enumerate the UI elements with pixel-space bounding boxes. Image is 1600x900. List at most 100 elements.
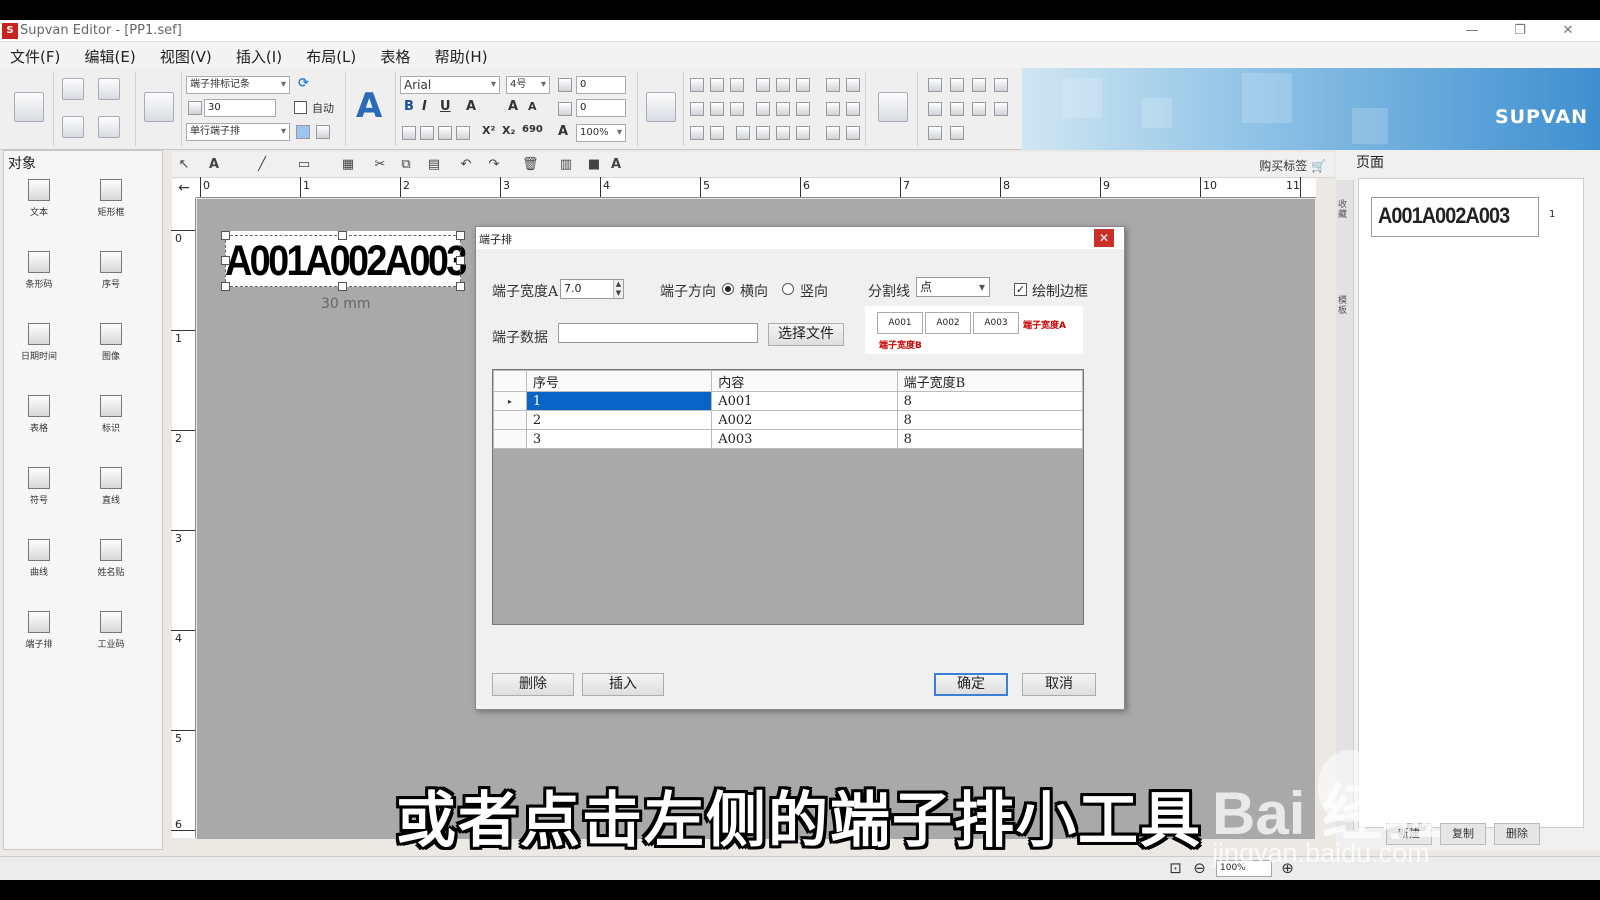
insert-row-icon[interactable] [928, 78, 942, 92]
cell-content[interactable]: A003 [711, 429, 898, 449]
delete-page-button[interactable]: 删除 [1494, 823, 1540, 845]
align-bottom-icon[interactable] [730, 78, 744, 92]
crop-icon[interactable] [776, 126, 790, 140]
tool-rectangle[interactable]: 矩形框 [81, 173, 141, 229]
resize-handle[interactable] [221, 256, 230, 265]
favorites-tab[interactable]: 收藏 [1338, 200, 1352, 220]
italic-button[interactable]: I [422, 99, 427, 114]
cell-width-b[interactable]: 8 [896, 410, 1084, 430]
tool-sign[interactable]: 标识 [81, 389, 141, 445]
char-spacing-input[interactable]: 0 [576, 76, 626, 94]
grow-font-icon[interactable]: A [508, 99, 518, 114]
align-center-icon[interactable] [420, 126, 434, 140]
terminal-data-input[interactable] [558, 323, 758, 343]
tool-industrial-code[interactable]: 工业码 [81, 605, 141, 661]
ok-button[interactable]: 确定 [934, 673, 1008, 696]
cancel-button[interactable]: 取消 [1022, 673, 1096, 696]
text-art-icon[interactable]: A [356, 86, 382, 126]
align-top-icon[interactable] [690, 78, 704, 92]
dialog-close-button[interactable]: ✕ [1094, 229, 1114, 247]
column-header-width-b[interactable]: 端子宽度B [896, 370, 1084, 392]
tool-table[interactable]: 表格 [9, 389, 69, 445]
superscript-icon[interactable]: X² [482, 124, 495, 137]
align-right-icon[interactable] [438, 126, 452, 140]
cell-content[interactable]: A001 [711, 391, 898, 411]
column-icon[interactable] [316, 125, 330, 139]
cell-no[interactable]: 2 [525, 410, 713, 430]
rotate-icon[interactable] [646, 92, 676, 122]
cell-width-b[interactable]: 8 [896, 429, 1084, 449]
tool-image[interactable]: 图像 [81, 317, 141, 373]
copy-page-button[interactable]: 复制 [1440, 823, 1486, 845]
menu-insert[interactable]: 插入(I) [226, 42, 292, 67]
template-tab[interactable]: 模板 [1338, 296, 1352, 316]
merge-cells-icon[interactable] [928, 102, 942, 116]
line-spacing-input[interactable]: 0 [576, 99, 626, 117]
delete-row-icon[interactable] [972, 78, 986, 92]
tool-symbol[interactable]: 符号 [9, 461, 69, 517]
center-h-icon[interactable] [756, 102, 770, 116]
menu-edit[interactable]: 编辑(E) [74, 42, 145, 67]
width-a-input[interactable]: 7.0 ▲ ▼ [560, 279, 624, 299]
column-width-icon[interactable] [950, 126, 964, 140]
insert-row-button[interactable]: 插入 [582, 673, 664, 696]
resize-handle[interactable] [456, 282, 465, 291]
redo-icon[interactable]: ↷ [486, 157, 502, 173]
align-obj-center-icon[interactable] [710, 102, 724, 116]
align-middle-icon[interactable] [710, 78, 724, 92]
table-row[interactable]: 2 A002 8 [493, 410, 1084, 430]
tool-datetime[interactable]: 日期时间 [9, 317, 69, 373]
tool-barcode[interactable]: 条形码 [9, 245, 69, 301]
resize-handle[interactable] [338, 282, 347, 291]
menu-view[interactable]: 视图(V) [150, 42, 222, 67]
tool-terminal-block[interactable]: 端子排 [9, 605, 69, 661]
same-size-icon[interactable] [796, 78, 810, 92]
insert-table-icon[interactable] [878, 92, 908, 122]
divider-select[interactable]: 点 [916, 277, 990, 297]
bold-button[interactable]: B [404, 99, 414, 114]
copy-icon[interactable]: ⧉ [398, 157, 414, 173]
menu-table[interactable]: 表格 [370, 42, 420, 67]
delete-row-button[interactable]: 删除 [492, 673, 574, 696]
text-scale-select[interactable]: 100% [576, 124, 626, 142]
menu-layout[interactable]: 布局(L) [296, 42, 366, 67]
row-type-select[interactable]: 单行端子排 [186, 123, 290, 141]
table-row[interactable]: ▸ 1 A001 8 [493, 391, 1084, 411]
align-obj-right-icon[interactable] [730, 102, 744, 116]
distribute-v-icon[interactable] [846, 78, 860, 92]
align-obj-left-icon[interactable] [690, 102, 704, 116]
page-thumbnail[interactable]: A001A002A003 [1371, 197, 1539, 237]
send-back-icon[interactable] [846, 102, 860, 116]
text-draw-icon[interactable]: A [206, 157, 222, 173]
flip-v-icon[interactable] [756, 126, 770, 140]
resize-handle[interactable] [456, 256, 465, 265]
font-size-select[interactable]: 4号 [506, 76, 550, 94]
split-cells-icon[interactable] [950, 102, 964, 116]
cell-border-icon[interactable] [972, 102, 986, 116]
shrink-font-icon[interactable]: A [528, 100, 537, 113]
cell-no[interactable]: 1 [525, 391, 713, 411]
ungroup-icon[interactable] [710, 126, 724, 140]
label-type-select[interactable]: 端子排标记条 [186, 76, 290, 94]
text-scale-icon[interactable]: A [558, 124, 568, 139]
auto-checkbox[interactable] [294, 101, 307, 114]
resize-icon[interactable] [796, 126, 810, 140]
font-select[interactable]: Arial [400, 76, 500, 94]
menu-help[interactable]: 帮助(H) [425, 42, 498, 67]
resize-handle[interactable] [338, 231, 347, 240]
close-window-button[interactable]: ✕ [1546, 21, 1590, 41]
insert-column-icon[interactable] [950, 78, 964, 92]
minimize-button[interactable]: — [1450, 21, 1494, 41]
table-draw-icon[interactable]: ▦ [340, 157, 356, 173]
horizontal-radio[interactable] [722, 283, 734, 295]
save-icon[interactable] [62, 116, 84, 138]
unlock-icon[interactable] [846, 126, 860, 140]
cut-icon[interactable]: ✂ [372, 157, 388, 173]
cell-content[interactable]: A002 [711, 410, 898, 430]
fit-page-icon[interactable]: ⊡ [1166, 859, 1185, 878]
refresh-icon[interactable]: ⟳ [298, 76, 309, 91]
bring-front-icon[interactable] [826, 102, 840, 116]
cell-grid-icon[interactable] [994, 102, 1008, 116]
center-both-icon[interactable] [796, 102, 810, 116]
resize-handle[interactable] [221, 231, 230, 240]
